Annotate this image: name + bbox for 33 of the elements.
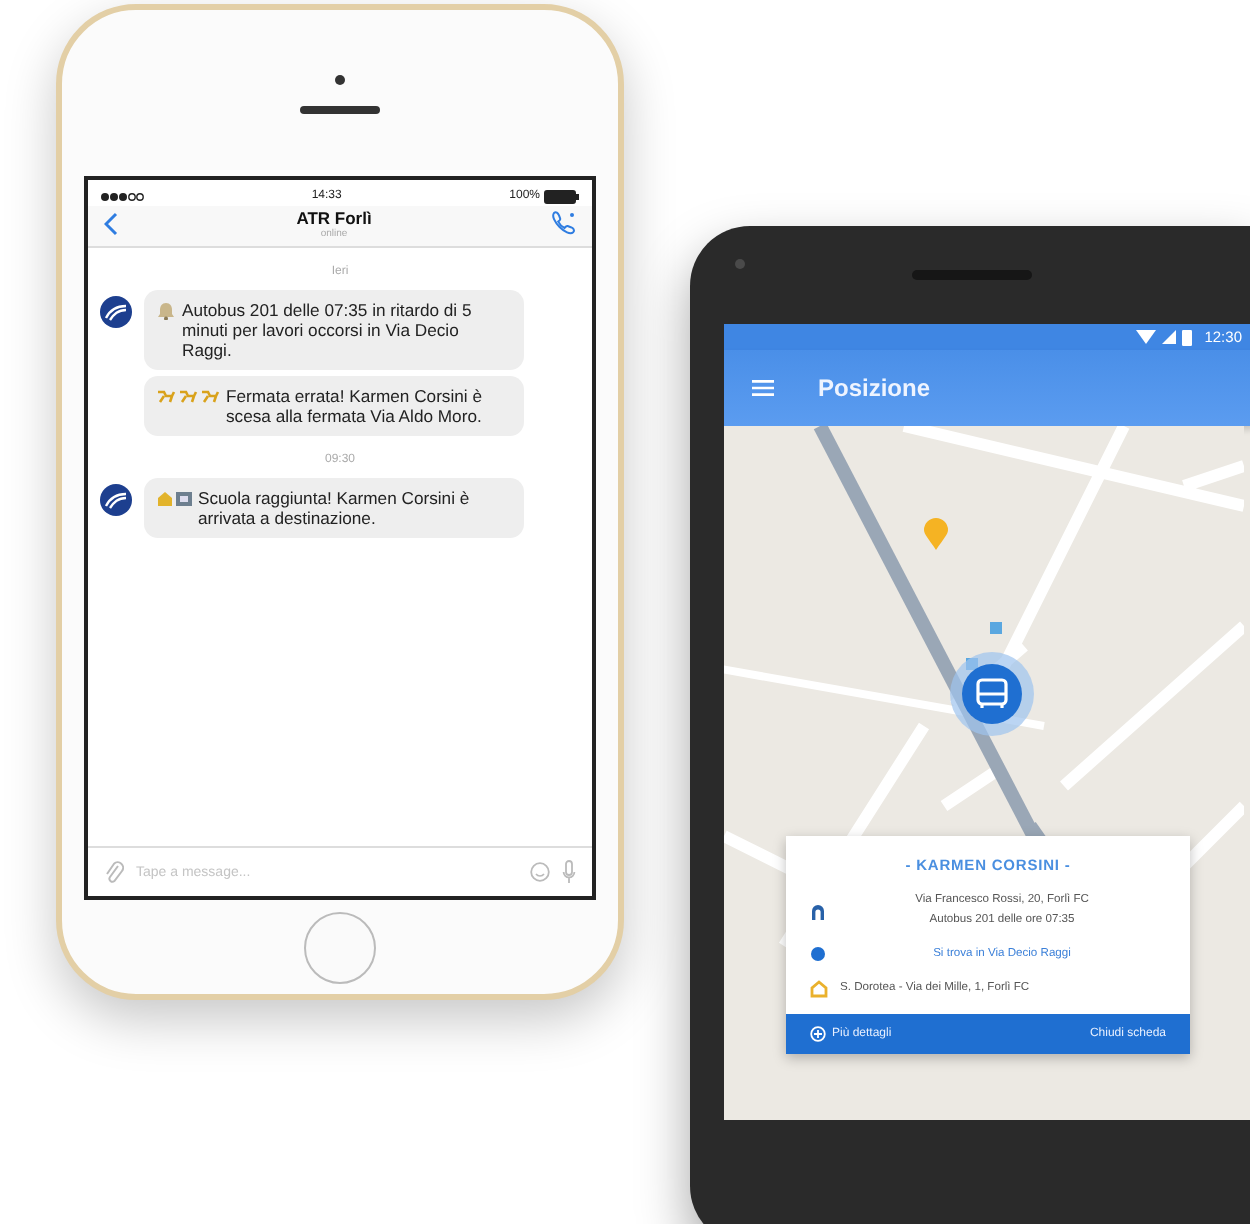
camera-icon [734,258,746,270]
back-icon [104,211,118,235]
battery-icon [1182,329,1193,345]
message-text: Autobus 201 delle 07:35 in ritardo di 5 minuti per lavori occorsi in Via Decio Raggi. [182,300,474,360]
chat-title: ATR Forlì [294,207,374,227]
phone-icon [550,210,576,236]
location-dot-icon [810,946,826,962]
screen-title: Posizione [818,374,931,402]
signal-icon [100,191,144,201]
wifi-icon [1136,330,1157,344]
school-icon [810,978,828,998]
home-icon [810,901,826,919]
menu-button[interactable] [752,380,774,396]
plus-circle-icon [810,1026,826,1042]
microphone-icon [562,860,576,884]
signal-icon [1162,330,1177,344]
message-text: Fermata errata! Karmen Corsini è scesa alla fermata Via Aldo Moro. [226,386,484,426]
call-button[interactable] [546,206,580,240]
message-text: Scuola raggiunta! Karmen Corsini è arrivata a destinazione. [198,488,472,528]
logo-avatar [100,296,132,328]
paperclip-icon [104,860,124,884]
bell-icon [156,300,176,320]
menu-icon [752,380,774,396]
runner-icon [156,386,220,406]
logo-avatar [100,484,132,516]
map-pin-icon [924,518,948,550]
speaker-icon [300,105,380,113]
back-button[interactable] [100,207,122,239]
school-icon [156,488,192,508]
bus-marker-icon [948,650,1036,738]
emoji-icon [530,862,550,882]
camera-icon [334,73,346,85]
battery-icon [544,189,580,203]
